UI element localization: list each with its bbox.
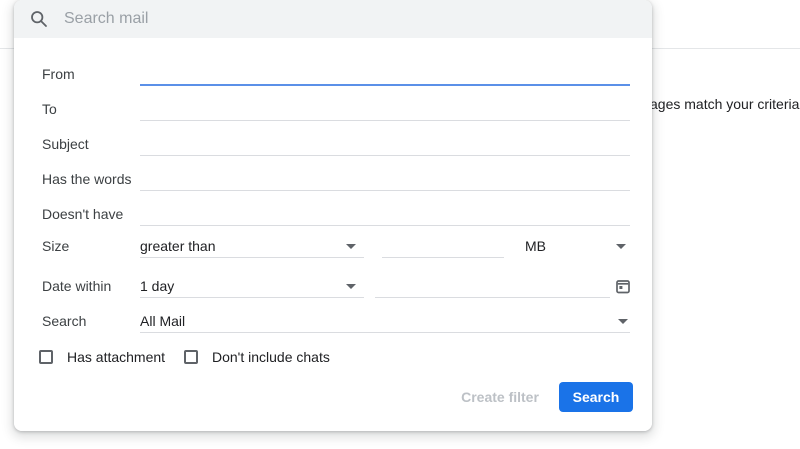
search-bar[interactable] [14,0,652,38]
scope-value: All Mail [140,313,185,329]
search-button[interactable]: Search [559,382,633,412]
search-filter-popup: From To Subject Has the words Doesn't ha… [14,0,652,431]
no-results-text-fragment: ages match your criteria. [650,96,800,112]
dont-include-chats-label[interactable]: Don't include chats [212,349,330,365]
gmail-search-filter-screen: ages match your criteria. From To Subjec… [0,0,800,449]
size-operator-value: greater than [140,238,216,254]
to-input[interactable] [140,103,630,121]
has-attachment-label[interactable]: Has attachment [67,349,165,365]
has-words-label: Has the words [42,170,131,188]
chevron-down-icon [346,244,356,249]
from-input[interactable] [140,68,630,86]
date-value-input[interactable] [375,280,610,298]
doesnt-have-label: Doesn't have [42,205,123,223]
filter-panel: From To Subject Has the words Doesn't ha… [14,38,652,431]
to-label: To [42,100,57,118]
size-operator-dropdown[interactable]: greater than [140,237,364,258]
dont-include-chats-checkbox[interactable] [184,350,198,364]
subject-label: Subject [42,135,89,153]
size-label: Size [42,237,69,255]
date-range-value: 1 day [140,278,174,294]
has-words-input[interactable] [140,173,630,191]
create-filter-button[interactable]: Create filter [448,389,552,407]
scope-label: Search [42,312,86,330]
calendar-icon[interactable] [615,278,631,294]
doesnt-have-input[interactable] [140,208,630,226]
has-attachment-checkbox[interactable] [39,350,53,364]
chevron-down-icon [346,284,356,289]
scope-dropdown[interactable]: All Mail [140,312,630,333]
from-label: From [42,65,75,83]
date-range-dropdown[interactable]: 1 day [140,277,364,298]
search-icon [30,10,48,28]
subject-input[interactable] [140,138,630,156]
size-unit-value: MB [525,238,546,254]
chevron-down-icon [616,244,626,249]
date-within-label: Date within [42,277,111,295]
size-value-input[interactable] [382,240,504,258]
chevron-down-icon [618,319,628,324]
search-input[interactable] [64,0,624,38]
size-unit-dropdown[interactable]: MB [525,237,630,258]
